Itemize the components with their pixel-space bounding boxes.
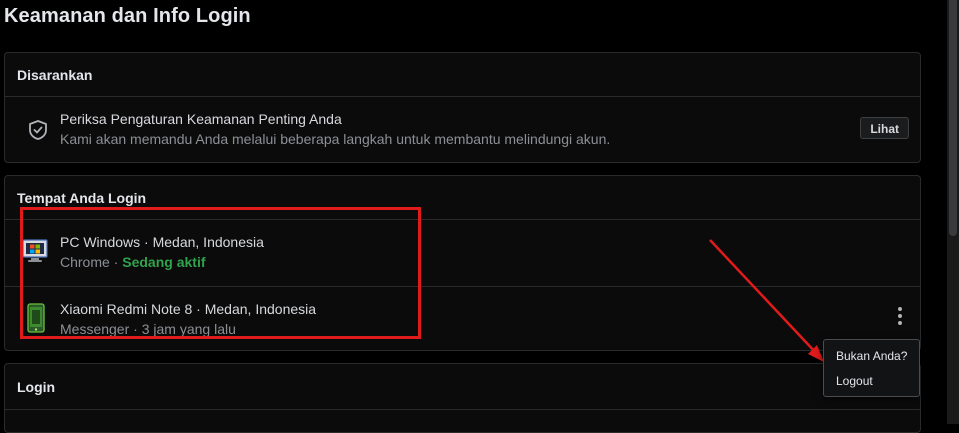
desktop-windows-icon [22,239,48,268]
recommended-header: Disarankan [5,53,920,97]
active-status: Sedang aktif [122,254,206,270]
not-you-menu-item[interactable]: Bukan Anda? [836,349,907,363]
last-active: 3 jam yang lalu [141,321,236,337]
device-title: PC Windows · Medan, Indonesia [60,234,264,250]
device-meta: Messenger · 3 jam yang lalu [60,321,236,337]
page-title: Keamanan dan Info Login [4,5,251,27]
security-check-row[interactable]: Periksa Pengaturan Keamanan Penting Anda… [5,97,920,163]
shield-check-icon [27,119,49,146]
view-button[interactable]: Lihat [860,117,909,139]
device-context-menu: Bukan Anda? Logout [823,339,920,397]
logout-menu-item[interactable]: Logout [836,374,873,388]
device-row[interactable]: Xiaomi Redmi Note 8 · Medan, Indonesia M… [5,286,920,350]
device-title: Xiaomi Redmi Note 8 · Medan, Indonesia [60,301,316,317]
scrollbar[interactable] [947,0,959,424]
device-meta: Chrome · Sedang aktif [60,254,206,270]
device-app: Messenger [60,321,130,337]
separator: · [109,254,123,270]
separator: · [140,234,153,250]
scrollbar-thumb[interactable] [949,0,957,236]
device-name: Xiaomi Redmi Note 8 [60,301,193,317]
device-location: Medan, Indonesia [152,234,264,250]
smartphone-icon [27,303,45,338]
login-header: Login [5,364,920,410]
security-check-title: Periksa Pengaturan Keamanan Penting Anda [60,111,342,127]
login-card: Login [4,363,921,433]
device-row[interactable]: PC Windows · Medan, Indonesia Chrome · S… [5,220,920,286]
separator: · [129,321,142,337]
login-locations-header: Tempat Anda Login [5,176,920,220]
separator: · [192,301,205,317]
recommended-card: Disarankan Periksa Pengaturan Keamanan P… [4,52,921,163]
device-name: PC Windows [60,234,141,250]
device-location: Medan, Indonesia [204,301,317,317]
device-app: Chrome [60,254,110,270]
security-check-subtitle: Kami akan memandu Anda melalui beberapa … [60,131,611,147]
more-options-icon[interactable] [892,305,908,327]
login-locations-card: Tempat Anda Login PC Windows · Medan, In… [4,175,921,351]
